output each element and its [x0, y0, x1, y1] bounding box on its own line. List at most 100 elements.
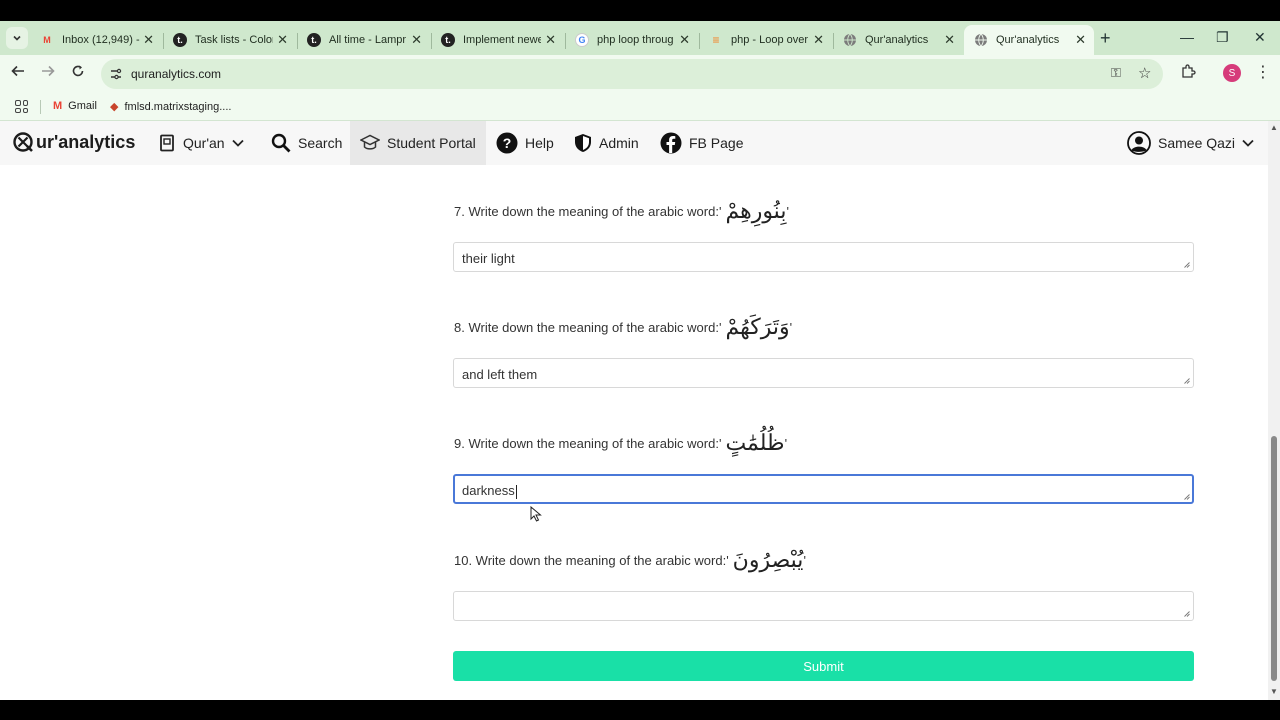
site-settings-icon[interactable] — [109, 67, 123, 81]
page: ur'analytics Qur'an Search Student Porta… — [0, 121, 1268, 700]
bookmark-site-icon: ◆ — [110, 101, 119, 113]
answer-text: their light — [462, 251, 515, 266]
nav-item-label: Student Portal — [387, 135, 476, 151]
user-icon — [1127, 131, 1151, 155]
tab-title: Task lists - Color — [195, 34, 273, 46]
gmail-icon: M — [43, 35, 51, 45]
nav-item-label: Qur'an — [183, 135, 225, 151]
answer-field[interactable]: their light — [453, 242, 1194, 272]
page-scrollbar[interactable]: ▲ ▼ — [1268, 121, 1280, 700]
resize-grip-icon[interactable] — [1184, 262, 1190, 268]
bookmark-label: Gmail — [68, 100, 97, 112]
logo[interactable]: ur'analytics — [12, 131, 135, 153]
close-icon[interactable]: ✕ — [1075, 32, 1086, 48]
question-text: 10. Write down the meaning of the arabic… — [454, 553, 727, 568]
chevron-down-icon — [1242, 139, 1254, 147]
close-icon[interactable]: ✕ — [944, 32, 955, 48]
tab-title: Qur'analytics — [865, 34, 929, 46]
mouse-cursor-icon — [530, 506, 542, 522]
close-icon[interactable]: ✕ — [277, 32, 288, 48]
arabic-word: وَتَرَكَهُمْ — [725, 315, 790, 340]
user-menu[interactable]: Samee Qazi — [1117, 121, 1264, 165]
close-icon[interactable]: ✕ — [545, 32, 556, 48]
tab-strip: M Inbox (12,949) - ✕ t. Task lists - Col… — [0, 21, 1280, 55]
tab-implement[interactable]: t. Implement newe ✕ — [431, 25, 564, 55]
tab-php-loop[interactable]: G php loop throug ✕ — [565, 25, 698, 55]
nav-item-quran[interactable]: Qur'an — [148, 121, 254, 165]
question-text: 8. Write down the meaning of the arabic … — [454, 320, 719, 335]
chevron-down-icon — [13, 35, 21, 41]
app-navbar: ur'analytics Qur'an Search Student Porta… — [0, 121, 1268, 165]
tab-quranalytics-active[interactable]: Qur'analytics ✕ — [964, 25, 1094, 55]
t-icon: t. — [173, 33, 187, 47]
question-text: 9. Write down the meaning of the arabic … — [454, 436, 719, 451]
nav-item-label: Help — [525, 135, 554, 151]
browser-toolbar: quranalytics.com ⚿ ☆ S ⋮ — [0, 55, 1280, 93]
address-bar[interactable]: quranalytics.com ⚿ ☆ — [101, 59, 1163, 89]
resize-grip-icon[interactable] — [1184, 494, 1190, 500]
back-arrow-icon[interactable] — [11, 64, 25, 83]
tab-title: Inbox (12,949) - — [62, 34, 140, 46]
resize-grip-icon[interactable] — [1184, 611, 1190, 617]
new-tab-icon[interactable]: + — [1100, 29, 1111, 47]
question-label: 10. Write down the meaning of the arabic… — [454, 548, 806, 573]
minimize-icon[interactable]: — — [1180, 29, 1194, 45]
bookmark-gmail[interactable]: M Gmail — [53, 100, 97, 112]
scroll-down-icon[interactable]: ▼ — [1270, 687, 1278, 696]
tab-all-time[interactable]: t. All time - Lampr ✕ — [297, 25, 430, 55]
nav-item-student-portal[interactable]: Student Portal — [350, 121, 486, 165]
bookmark-separator — [40, 100, 41, 114]
menu-dots-icon[interactable]: ⋮ — [1255, 62, 1271, 82]
tab-title: Implement newe — [463, 34, 541, 46]
arabic-word: بِنُورِهِمْ — [725, 199, 787, 224]
key-icon[interactable]: ⚿ — [1111, 65, 1121, 81]
close-icon[interactable]: ✕ — [411, 32, 422, 48]
tab-task-lists[interactable]: t. Task lists - Color ✕ — [163, 25, 296, 55]
extensions-icon[interactable] — [1180, 63, 1196, 83]
nav-item-search[interactable]: Search — [261, 121, 352, 165]
answer-field[interactable]: and left them — [453, 358, 1194, 388]
answer-field[interactable] — [453, 591, 1194, 621]
question-label: 8. Write down the meaning of the arabic … — [454, 315, 793, 340]
tab-gmail[interactable]: M Inbox (12,949) - ✕ — [30, 25, 162, 55]
tab-quranalytics[interactable]: Qur'analytics ✕ — [833, 25, 963, 55]
submit-button[interactable]: Submit — [453, 651, 1194, 681]
answer-text: and left them — [462, 367, 538, 382]
bookmarks-bar: M Gmail ◆ fmlsd.matrixstaging.... — [0, 93, 1280, 121]
tab-php-loop-over[interactable]: ≡ php - Loop over ✕ — [699, 25, 832, 55]
profile-avatar[interactable]: S — [1223, 64, 1241, 82]
search-icon — [271, 133, 291, 153]
answer-field-focused[interactable]: darkness — [453, 474, 1194, 504]
question-text: 7. Write down the meaning of the arabic … — [454, 204, 719, 219]
taskbar-strip — [0, 700, 1280, 720]
logo-text: ur'analytics — [36, 131, 136, 152]
apps-grid-icon[interactable] — [15, 100, 28, 113]
globe-icon — [844, 33, 856, 47]
bookmark-label: fmlsd.matrixstaging.... — [124, 100, 232, 113]
restore-icon[interactable]: ❐ — [1216, 29, 1229, 46]
arabic-word: ظُلُمَٰتٍ — [725, 431, 785, 456]
graduation-icon — [360, 134, 380, 152]
google-icon: G — [575, 33, 589, 47]
svg-text:?: ? — [503, 135, 512, 151]
help-icon: ? — [496, 132, 518, 154]
reload-icon[interactable] — [71, 64, 85, 83]
shield-icon — [574, 133, 592, 153]
scroll-up-icon[interactable]: ▲ — [1270, 123, 1278, 132]
scroll-thumb[interactable] — [1271, 436, 1277, 681]
tab-search-button[interactable] — [6, 27, 28, 49]
close-icon[interactable]: ✕ — [813, 32, 824, 48]
nav-item-label: FB Page — [689, 135, 744, 151]
nav-item-admin[interactable]: Admin — [564, 121, 649, 165]
close-icon[interactable]: ✕ — [679, 32, 690, 48]
question-label: 7. Write down the meaning of the arabic … — [454, 199, 789, 224]
star-icon[interactable]: ☆ — [1138, 64, 1151, 82]
nav-item-fb-page[interactable]: FB Page — [650, 121, 753, 165]
text-caret — [515, 484, 517, 499]
close-icon[interactable]: ✕ — [143, 32, 154, 48]
bookmark-fmlsd[interactable]: ◆ fmlsd.matrixstaging.... — [110, 100, 232, 114]
resize-grip-icon[interactable] — [1184, 378, 1190, 384]
forward-arrow-icon[interactable] — [41, 64, 55, 83]
window-close-icon[interactable]: ✕ — [1254, 29, 1266, 46]
nav-item-help[interactable]: ? Help — [486, 121, 564, 165]
